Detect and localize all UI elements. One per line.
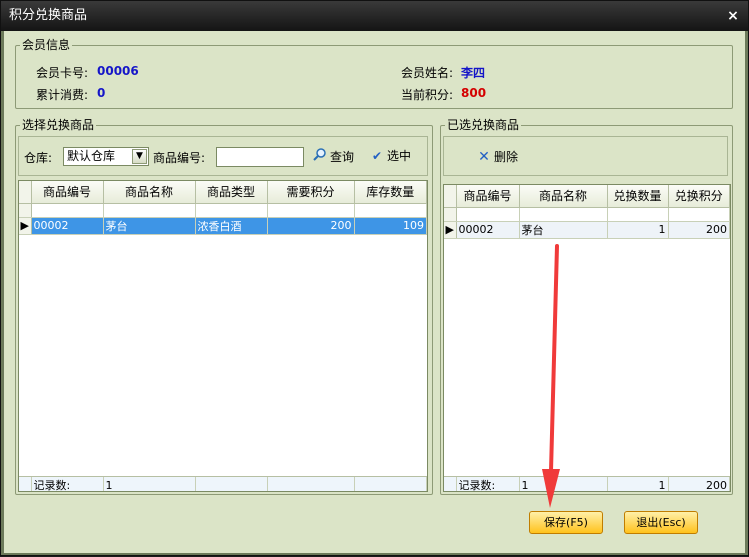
member-name-label: 会员姓名: [401, 66, 454, 80]
member-name-value: 李四 [461, 66, 486, 80]
member-info-group: 会员信息 会员卡号: 00006 会员姓名: 李四 累计消费: 0 当前积分: … [15, 38, 733, 109]
footer-points-total: 200 [668, 477, 730, 491]
delete-x-icon: ✕ [478, 149, 490, 165]
current-points-label: 当前积分: [401, 88, 454, 102]
exchange-dialog: 积分兑换商品 × 会员信息 会员卡号: 00006 会员姓名: 李四 累计消费:… [0, 0, 749, 556]
col-header[interactable]: 商品名称 [103, 181, 196, 204]
cell-code: 00002 [31, 217, 104, 235]
select-label: 选中 [387, 149, 412, 163]
warehouse-select[interactable]: 默认仓库 ▼ [63, 147, 149, 166]
left-toolbar: 仓库: 默认仓库 ▼ 商品编号: 查询 ✔ 选中 [18, 136, 428, 176]
window-title: 积分兑换商品 [9, 8, 88, 23]
col-header[interactable]: 需要积分 [267, 181, 355, 204]
cell-name: 茅台 [103, 217, 196, 235]
footer-record-label: 记录数: [31, 477, 104, 491]
chevron-down-icon[interactable]: ▼ [132, 149, 147, 164]
product-code-label: 商品编号: [153, 151, 206, 165]
table-row[interactable]: ▶ 00002 茅台 1 200 [444, 221, 730, 239]
row-pointer-icon: ▶ [444, 221, 457, 239]
cell-code: 00002 [456, 221, 520, 239]
title-bar[interactable]: 积分兑换商品 × [1, 1, 748, 31]
total-spend-value: 0 [97, 86, 106, 100]
cell-stock: 109 [354, 217, 427, 235]
cell-points: 200 [267, 217, 355, 235]
cell-points: 200 [668, 221, 730, 239]
footer-qty-total: 1 [607, 477, 669, 491]
footer-record-label: 记录数: [456, 477, 520, 491]
current-points-value: 800 [461, 86, 487, 100]
card-number-value: 00006 [97, 64, 139, 78]
footer-record-count: 1 [519, 477, 608, 491]
total-spend-label: 累计消费: [36, 88, 89, 102]
filter-row[interactable] [444, 207, 730, 222]
selected-products-legend: 已选兑换商品 [445, 118, 522, 133]
close-icon[interactable]: × [726, 1, 740, 31]
exit-button[interactable]: 退出(Esc) [624, 511, 698, 534]
row-pointer-icon: ▶ [19, 217, 32, 235]
product-grid: 商品编号 商品名称 商品类型 需要积分 库存数量 ▶ 00002 茅台 浓香白酒 [18, 180, 428, 492]
dialog-body: 会员信息 会员卡号: 00006 会员姓名: 李四 累计消费: 0 当前积分: … [4, 31, 745, 553]
table-row[interactable]: ▶ 00002 茅台 浓香白酒 200 109 [19, 217, 427, 235]
delete-button[interactable]: ✕ 删除 [476, 148, 518, 166]
select-products-legend: 选择兑换商品 [20, 118, 97, 133]
col-header[interactable]: 商品编号 [31, 181, 104, 204]
warehouse-selected: 默认仓库 [67, 149, 116, 163]
query-button[interactable]: 查询 [312, 147, 354, 166]
col-header[interactable]: 商品类型 [195, 181, 268, 204]
col-header[interactable]: 兑换积分 [668, 185, 730, 208]
search-icon [312, 147, 328, 166]
save-button[interactable]: 保存(F5) [529, 511, 603, 534]
grid-footer: 记录数: 1 [19, 476, 427, 491]
col-header[interactable]: 商品编号 [456, 185, 520, 208]
cell-qty[interactable]: 1 [607, 221, 669, 239]
grid-footer: 记录数: 1 1 200 [444, 476, 730, 491]
warehouse-label: 仓库: [24, 151, 53, 165]
col-header[interactable]: 兑换数量 [607, 185, 669, 208]
delete-label: 删除 [494, 150, 519, 164]
member-info-legend: 会员信息 [20, 38, 73, 53]
query-label: 查询 [330, 150, 355, 164]
selected-products-group: 已选兑换商品 ✕ 删除 商品编号 商品名称 兑换数量 兑换积分 ▶ 00002 … [440, 118, 733, 495]
cell-type: 浓香白酒 [195, 217, 268, 235]
selected-grid: 商品编号 商品名称 兑换数量 兑换积分 ▶ 00002 茅台 1 200 记录数… [443, 184, 731, 492]
product-code-input[interactable] [216, 147, 304, 167]
right-toolbar: ✕ 删除 [443, 136, 728, 176]
card-number-label: 会员卡号: [36, 66, 89, 80]
select-products-group: 选择兑换商品 仓库: 默认仓库 ▼ 商品编号: 查询 ✔ 选中 商品编号 商品名… [15, 118, 433, 495]
col-header[interactable]: 商品名称 [519, 185, 608, 208]
cell-name: 茅台 [519, 221, 608, 239]
col-header[interactable]: 库存数量 [354, 181, 427, 204]
footer-record-count: 1 [103, 477, 196, 491]
filter-row[interactable] [19, 203, 427, 218]
select-button[interactable]: ✔ 选中 [369, 147, 411, 165]
checkmark-icon: ✔ [371, 149, 383, 163]
